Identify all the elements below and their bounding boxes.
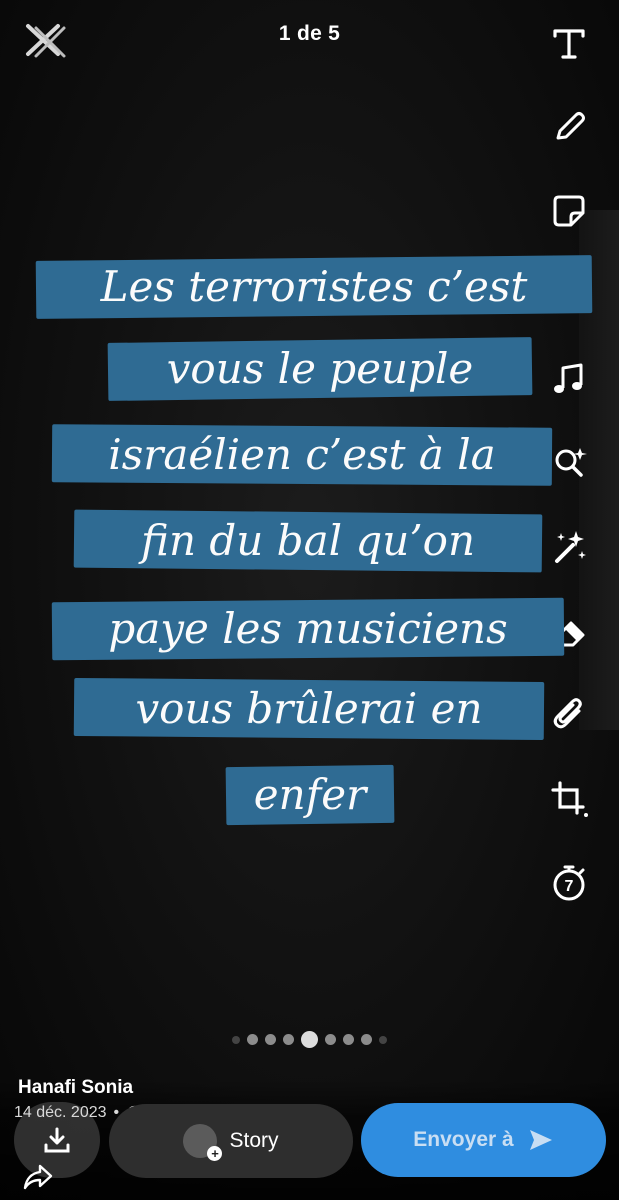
pager-dot — [361, 1034, 372, 1045]
pager-dot — [343, 1034, 354, 1045]
pager-dot — [379, 1035, 387, 1044]
caption-line: vous brûlerai en — [73, 677, 545, 741]
snap-pager — [0, 1031, 619, 1048]
snap-counter: 1 de 5 — [278, 22, 341, 45]
sticker-tool-button[interactable] — [546, 188, 592, 234]
attach-tool-button[interactable] — [546, 692, 592, 738]
share-button[interactable] — [22, 1160, 54, 1192]
pager-dot — [232, 1035, 240, 1044]
magic-tool-button[interactable] — [546, 524, 592, 570]
pager-dot — [265, 1034, 276, 1045]
send-label: Envoyer à — [413, 1128, 514, 1151]
crop-icon — [551, 781, 588, 817]
timer-icon: 7 — [553, 865, 585, 901]
bitmoji-avatar-icon: + — [183, 1124, 223, 1161]
music-tool-button[interactable] — [546, 356, 592, 402]
author-name[interactable]: Hanafi Sonia — [18, 1077, 133, 1099]
snap-date: 14 déc. 2023 — [14, 1104, 107, 1121]
music-icon — [554, 363, 583, 393]
caption-line: Les terroristes c’est — [35, 255, 593, 319]
caption-line: vous le peuple — [107, 337, 533, 401]
lens-tool-button[interactable] — [546, 440, 592, 486]
lens-icon — [555, 448, 587, 477]
download-icon — [44, 1127, 70, 1153]
share-arrow-icon — [23, 1164, 53, 1190]
caption-line: fin du bal qu’on — [73, 509, 543, 573]
sticker-icon — [553, 195, 585, 227]
paperclip-icon — [553, 698, 582, 729]
pager-dot — [325, 1034, 336, 1045]
pencil-tool-button[interactable] — [546, 104, 592, 150]
crop-tool-button[interactable] — [546, 776, 592, 822]
pager-dot-active — [301, 1031, 318, 1048]
pencil-icon — [556, 112, 585, 140]
magic-wand-icon — [555, 531, 586, 563]
plus-icon: + — [207, 1146, 223, 1161]
story-button[interactable]: + Story — [109, 1104, 353, 1178]
timer-tool-button[interactable]: 7 — [546, 860, 592, 906]
text-tool-button[interactable] — [546, 20, 592, 66]
timer-value: 7 — [565, 878, 574, 895]
pager-dot — [247, 1034, 258, 1045]
caption-line: paye les musiciens — [51, 597, 565, 661]
caption-line: israélien c’est à la — [51, 424, 553, 486]
caption-line: enfer — [225, 764, 395, 826]
send-arrow-icon — [529, 1130, 552, 1150]
pager-dot — [283, 1034, 294, 1045]
send-to-button[interactable]: Envoyer à — [361, 1103, 606, 1177]
text-icon — [553, 29, 585, 59]
story-label: Story — [229, 1129, 279, 1152]
